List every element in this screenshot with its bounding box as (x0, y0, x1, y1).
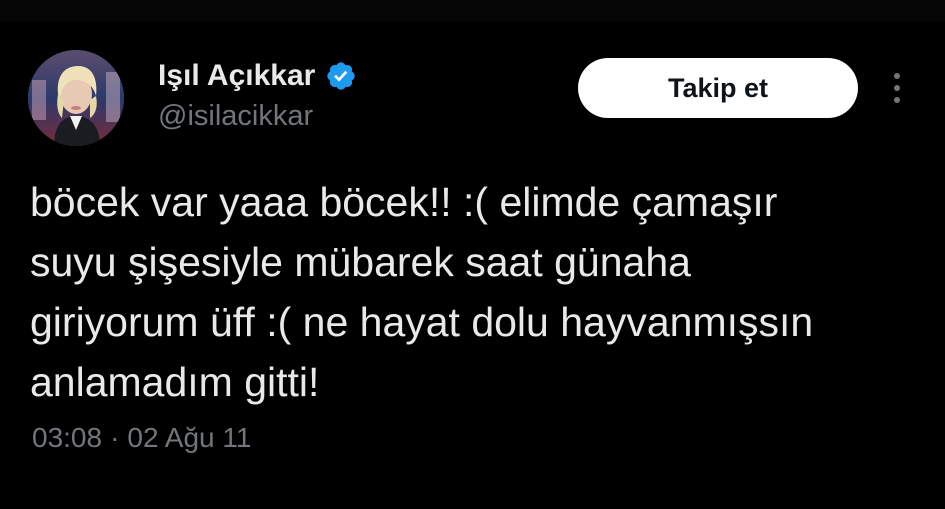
avatar-image (28, 50, 124, 146)
tweet-text-line: böcek var yaaa böcek!! :( elimde çamaşır (30, 179, 778, 225)
tweet-text-line: anlamadım gitti! (30, 359, 320, 405)
author-display-name[interactable]: Işıl Açıkkar (158, 59, 315, 93)
tweet-text-line: giriyorum üff :( ne hayat dolu hayvanmış… (30, 299, 814, 345)
author-name-row: Işıl Açıkkar (158, 56, 357, 96)
tweet-text: böcek var yaaa böcek!! :( elimde çamaşır… (30, 172, 920, 412)
meta-separator: · (110, 422, 120, 453)
tweet-date: 02 Ağu 11 (127, 422, 252, 453)
tweet-time: 03:08 (32, 422, 103, 453)
more-dot (894, 73, 900, 79)
tweet-card: Işıl Açıkkar @isilacikkar Takip et böcek… (0, 22, 945, 509)
more-dot (894, 97, 900, 103)
author-handle[interactable]: @isilacikkar (158, 100, 313, 133)
follow-button[interactable]: Takip et (578, 58, 858, 118)
top-edge (0, 0, 945, 22)
avatar[interactable] (28, 50, 124, 146)
more-dot (894, 85, 900, 91)
tweet-text-line: suyu şişesiyle mübarek saat günaha (30, 239, 691, 285)
more-vertical-icon[interactable] (883, 66, 911, 110)
tweet-timestamp[interactable]: 03:08 · 02 Ağu 11 (32, 422, 251, 454)
verified-badge-icon (327, 62, 355, 90)
